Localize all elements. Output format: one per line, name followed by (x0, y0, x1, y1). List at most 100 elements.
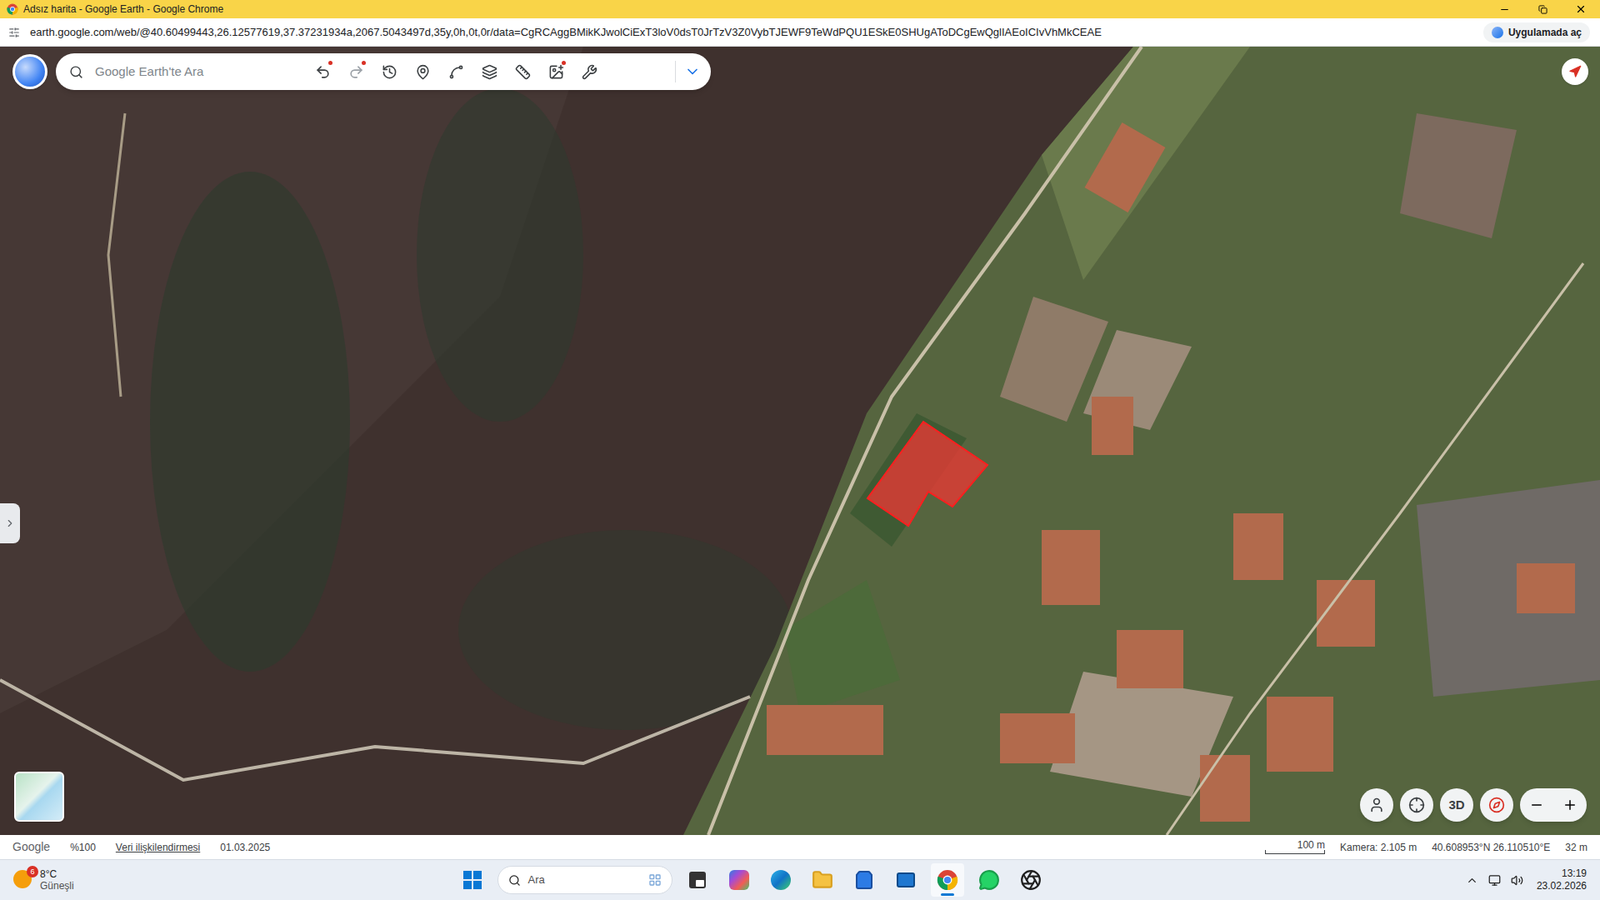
undo-icon (315, 64, 331, 80)
satellite-imagery (0, 46, 1600, 835)
volume-icon[interactable] (1510, 874, 1524, 887)
minimize-button[interactable] (1485, 0, 1524, 19)
search-icon (508, 874, 521, 887)
close-icon (1575, 3, 1587, 15)
map-canvas[interactable]: Google Earth'te Ara 3D (0, 46, 1600, 835)
placemark-icon (415, 64, 431, 80)
zoom-out-button[interactable] (1520, 788, 1554, 822)
edge-icon[interactable] (770, 870, 791, 890)
placemark-button[interactable] (405, 55, 440, 89)
restore-icon (1538, 5, 1548, 15)
clock[interactable]: 13:1923.02.2026 (1536, 867, 1587, 893)
taskbar-app[interactable] (1014, 863, 1048, 897)
chrome-app-icon[interactable] (936, 869, 959, 891)
windows-logo-icon (463, 870, 482, 890)
taskview-icon[interactable] (689, 871, 706, 889)
taskbar-app[interactable] (805, 863, 840, 897)
redo-icon (348, 64, 365, 80)
zoom-level: %100 (70, 840, 96, 855)
taskbar-search[interactable]: Ara (497, 865, 673, 895)
address-bar: earth.google.com/web/@40.60499443,26.125… (0, 18, 1600, 47)
m365-icon[interactable] (729, 870, 750, 890)
layers-button[interactable] (472, 55, 506, 89)
path-button[interactable] (439, 55, 473, 89)
compass-needle-icon (1568, 65, 1582, 79)
weather-widget[interactable]: 68°CGüneşli (13, 868, 180, 892)
image-icon (548, 64, 565, 80)
zoom-in-button[interactable] (1553, 788, 1587, 822)
minimize-icon (1499, 4, 1510, 15)
whatsapp-icon[interactable] (978, 869, 1000, 891)
attribution: Google (12, 838, 50, 856)
chevron-right-icon (4, 517, 16, 530)
measure-button[interactable] (505, 55, 540, 89)
data-attribution-link[interactable]: Veri ilişkilendirmesi (115, 840, 200, 855)
taskbar-app[interactable] (930, 863, 965, 897)
compass-button[interactable] (1480, 788, 1514, 822)
title-bar: Adsız harita - Google Earth - Google Chr… (0, 0, 1600, 19)
search-highlight-icon (648, 873, 662, 887)
chrome-icon (6, 3, 19, 15)
folder-icon[interactable] (811, 869, 834, 891)
image-button[interactable] (539, 55, 573, 89)
weather-badge: 6 (26, 865, 39, 878)
tools-icon (581, 64, 598, 80)
ruler-icon (515, 64, 531, 80)
site-info-icon[interactable] (8, 26, 20, 39)
active-indicator (940, 893, 955, 896)
taskbar-app[interactable] (972, 863, 1006, 897)
screen: Adsız harita - Google Earth - Google Chr… (0, 0, 1600, 900)
tray-overflow-icon[interactable] (1465, 874, 1479, 887)
compass-icon (1488, 796, 1505, 814)
close-button[interactable] (1561, 0, 1600, 19)
path-icon (448, 64, 465, 80)
taskbar-app[interactable] (889, 863, 923, 897)
store-icon[interactable] (854, 870, 875, 890)
start-button[interactable] (455, 863, 490, 897)
earth-small-icon (1491, 26, 1504, 39)
open-in-app-button[interactable]: Uygulamada aç (1483, 22, 1590, 43)
taskbar-app[interactable] (722, 863, 756, 897)
tools-button[interactable] (572, 55, 606, 89)
taskbar-app[interactable] (680, 863, 715, 897)
scale-bar: 100 m (1265, 840, 1325, 855)
history-icon (381, 64, 398, 80)
map-controls: 3D (1360, 788, 1587, 822)
taskbar: 68°CGüneşli Ara 13:1923.02.2026 (0, 859, 1600, 900)
zoom-controls (1520, 788, 1587, 822)
earth-logo-icon[interactable] (12, 54, 48, 90)
redo-button[interactable] (339, 55, 373, 89)
window-title: Adsız harita - Google Earth - Google Chr… (23, 1, 1485, 17)
taskbar-app[interactable] (764, 863, 798, 897)
camera-altitude: Kamera: 2.105 m (1340, 840, 1417, 855)
chatgpt-icon[interactable] (1020, 869, 1042, 891)
status-bar: Google %100 Veri ilişkilendirmesi 01.03.202… (0, 835, 1600, 860)
view-mode-button[interactable]: 3D (1440, 788, 1474, 822)
history-button[interactable] (372, 55, 406, 89)
toolbar: Google Earth'te Ara (55, 53, 711, 90)
plus-icon (1562, 797, 1578, 813)
coordinates: 40.608953°N 26.110510°E (1431, 840, 1550, 855)
my-location-button[interactable] (1400, 788, 1434, 822)
url-field[interactable]: earth.google.com/web/@40.60499443,26.125… (30, 24, 1474, 41)
network-icon[interactable] (1488, 874, 1501, 887)
location-icon (1408, 796, 1425, 814)
street-view-button[interactable] (1360, 788, 1394, 822)
side-panel-toggle[interactable] (0, 503, 20, 544)
outlook-icon[interactable] (895, 870, 916, 890)
drawn-polygon[interactable] (0, 46, 1600, 835)
north-compass-button[interactable] (1561, 58, 1589, 85)
minus-icon (1529, 797, 1545, 813)
search-icon (69, 65, 84, 80)
layers-icon (481, 64, 498, 80)
expand-icon[interactable] (684, 63, 701, 80)
taskbar-app[interactable] (847, 863, 881, 897)
elevation: 32 m (1565, 840, 1588, 855)
restore-button[interactable] (1523, 0, 1562, 19)
map-style-button[interactable] (14, 771, 65, 822)
undo-button[interactable] (305, 55, 340, 89)
search-box[interactable]: Google Earth'te Ara (55, 53, 306, 90)
imagery-date: 01.03.2025 (220, 840, 270, 855)
pegman-icon (1368, 796, 1385, 814)
chrome-icon (936, 869, 959, 891)
